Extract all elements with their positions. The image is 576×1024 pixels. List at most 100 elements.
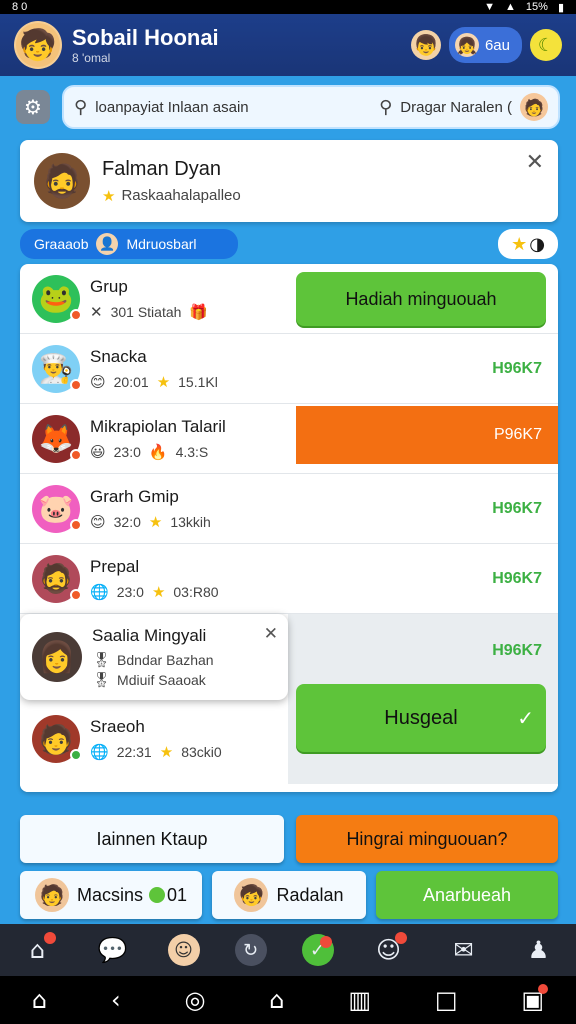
row-name: Prepal (90, 556, 140, 576)
user-chip-2-label: Radalan (276, 884, 344, 905)
house-icon[interactable]: ⌂ (269, 986, 284, 1014)
star-icon: ★ (511, 233, 528, 255)
chat-icon[interactable]: 💬 (93, 930, 133, 970)
row-name: Grup (90, 276, 128, 296)
mail-icon[interactable]: ✉ (444, 930, 484, 970)
gift-icon: 🎁 (189, 302, 209, 321)
weekly-reward-button[interactable]: Hadiah minguouah (296, 272, 546, 326)
join-group-button[interactable]: Iainnen Ktaup (20, 815, 284, 863)
star-icon: ★ (156, 372, 171, 391)
user-chip-1-label: Macsins (76, 884, 143, 905)
status-dot (70, 308, 82, 321)
search-small-icon: ⚲ (74, 96, 88, 118)
search-row: ⚙ ⚲ ⚲ Dragar Naralen ( 🧑 (0, 76, 576, 138)
search-bar[interactable]: ⚲ ⚲ Dragar Naralen ( 🧑 (62, 85, 560, 129)
popup-title: Saalia Mingyali (92, 625, 207, 645)
tools-icon: ✕ (90, 302, 103, 321)
section-tab-right: Mdruosbarl (126, 236, 197, 252)
row-name: Snacka (90, 346, 147, 366)
profile-name: Falman Dyan (102, 157, 221, 180)
person-icon[interactable]: ♟ (519, 930, 559, 970)
list-item[interactable]: 🧑 Sraeoh 🌐 22:31 ★ 83cki0 (20, 704, 288, 774)
green-action-button[interactable]: Anarbueah (376, 871, 558, 919)
home-icon[interactable]: ⌂ (18, 930, 58, 970)
section-badge[interactable]: ★ ◑ (498, 229, 558, 259)
close-icon[interactable]: ✕ (526, 150, 544, 175)
search-icon[interactable]: ⚲ (379, 97, 392, 118)
row-score: H96K7 (492, 642, 542, 659)
list-item[interactable]: 👨‍🍳 Snacka 😊 20:01 ★ 15.1Kl H96K7 (20, 334, 558, 404)
online-dot-icon (148, 887, 165, 903)
refresh-icon[interactable]: ↻ (234, 934, 267, 966)
row-score: H96K7 (492, 569, 542, 587)
friend-avatar-icon[interactable]: 👦 (410, 30, 441, 60)
orange-action-button[interactable]: P96K7 (296, 406, 558, 464)
header-avatar[interactable]: 🧒 (14, 21, 62, 69)
row-time: 23:0 (116, 583, 144, 600)
member-popup[interactable]: 👩 Saalia Mingyali 🎖 Bdndar Bazhan 🎖 Mdiu… (20, 614, 288, 700)
circle-icon[interactable]: ◎ (184, 986, 205, 1014)
star-icon: ★ (159, 743, 174, 761)
check-icon: ✓ (517, 706, 534, 730)
badge-icon: 🎖 (92, 670, 112, 689)
search-input[interactable] (95, 98, 372, 116)
globe-icon: 🌐 (90, 743, 109, 761)
group-avatar: 🧔 (32, 554, 82, 603)
profile-avatar: 🧔 (34, 153, 90, 209)
row-meta: 13kkih (170, 513, 211, 530)
account-avatar-icon: 👧 (454, 33, 479, 57)
robot-icon[interactable]: ⚙ (16, 90, 50, 124)
account-pill-button[interactable]: 👧 6au (448, 27, 522, 63)
status-dot (70, 749, 82, 761)
star-icon: ★ (151, 582, 166, 601)
battery-icon: ▮ (557, 1, 564, 14)
weekly-question-button[interactable]: Hingrai minguouan? (296, 815, 558, 863)
status-dot (70, 518, 82, 531)
row-time: 22:31 (116, 744, 152, 760)
group-avatar: 🐷 (32, 484, 82, 533)
system-nav-bar: ⌂ ‹ ◎ ⌂ ▥ □ ▣ (0, 976, 576, 1024)
robot-tab-icon[interactable]: ☺ (369, 930, 409, 970)
user-chip-1-count: 01 (166, 884, 188, 905)
app-title: Sobail Hoonai (72, 25, 219, 50)
profile-subtitle: Raskaahalapalleo (121, 187, 241, 204)
emoji-icon: 😊 (90, 512, 106, 531)
face-icon[interactable]: ☺ (167, 934, 200, 966)
bag-icon[interactable]: ▣ (521, 984, 549, 1014)
user-chip-2[interactable]: 🧒 Radalan (212, 871, 366, 919)
section-tab[interactable]: Graaaob 👤 Mdruosbarl (20, 229, 238, 259)
star-icon: ★ (148, 512, 163, 531)
bell-icon[interactable]: ✓ (301, 934, 334, 966)
square-icon[interactable]: □ (435, 986, 458, 1014)
theme-icon[interactable]: ☾ (530, 29, 562, 61)
group-list: 🐸 Grup ✕ 301 Stiatah 🎁 Hadiah minguouah … (20, 264, 558, 792)
row-meta: 15.1Kl (178, 373, 218, 390)
popup-line-1: Bdndar Bazhan (117, 651, 214, 668)
hug-button-label: Husgeal (384, 706, 458, 729)
search-right-text: Dragar Naralen ( (400, 98, 512, 116)
user-avatar-icon: 🧑 (34, 878, 69, 912)
hug-button[interactable]: Husgeal ✓ (296, 684, 546, 752)
search-avatar-icon[interactable]: 🧑 (520, 93, 548, 121)
popup-close-icon[interactable]: ✕ (264, 624, 278, 644)
back-icon[interactable]: ‹ (111, 986, 121, 1014)
list-item[interactable]: 🧔 Prepal 🌐 23:0 ★ 03:R80 H96K7 (20, 544, 558, 614)
account-pill-label: 6au (484, 36, 510, 54)
status-dot (70, 448, 82, 461)
row-name: Grarh Gmip (90, 486, 179, 506)
list-item[interactable]: 🐷 Grarh Gmip 😊 32:0 ★ 13kkih H96K7 (20, 474, 558, 544)
app-header: 🧒 Sobail Hoonai 8 'omal 👦 👧 6au ☾ (0, 14, 576, 76)
nav-home-icon[interactable]: ⌂ (32, 986, 47, 1014)
status-left: 8 0 (12, 1, 28, 13)
fire-icon: 🔥 (148, 442, 168, 461)
emoji-icon: 😊 (90, 372, 106, 391)
user-chip-1[interactable]: 🧑 Macsins 01 (20, 871, 202, 919)
section-bar: Graaaob 👤 Mdruosbarl ★ ◑ (20, 228, 558, 260)
badge-icon: 🎖 (92, 650, 112, 669)
profile-card[interactable]: 🧔 Falman Dyan ★ Raskaahalapalleo ✕ (20, 140, 558, 222)
user-avatar-icon: 🧒 (234, 878, 269, 912)
bottom-tab-bar: ⌂ 💬 ☺ ↻ ✓ ☺ ✉ ♟ (0, 924, 576, 976)
pages-icon[interactable]: ▥ (348, 986, 371, 1014)
group-avatar: 🦊 (32, 414, 82, 463)
battery-text: 15% (525, 1, 548, 13)
